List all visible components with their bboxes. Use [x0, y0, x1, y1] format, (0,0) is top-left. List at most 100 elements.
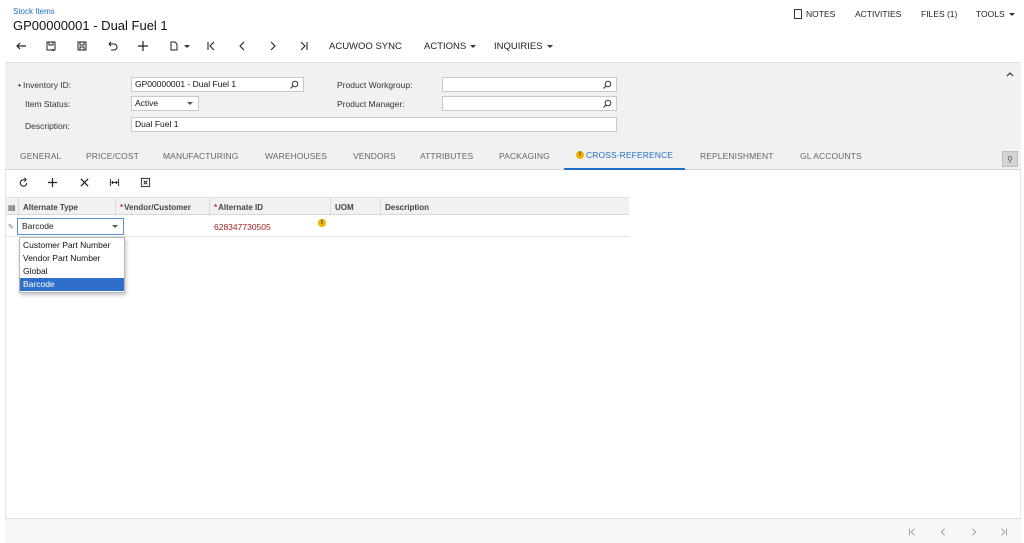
- next-icon: [972, 528, 977, 536]
- column-header-alternate-id[interactable]: * Alternate ID: [210, 198, 331, 216]
- refresh-button[interactable]: [14, 174, 32, 190]
- dropdown-option-customer-part-number[interactable]: Customer Part Number: [20, 239, 124, 252]
- inventory-id-label: • Inventory ID:: [18, 80, 72, 90]
- first-icon: [909, 528, 915, 536]
- item-status-label: Item Status:: [25, 99, 71, 109]
- column-header-description[interactable]: Description: [381, 198, 629, 216]
- inquiries-menu[interactable]: INQUIRIES: [494, 36, 553, 56]
- tab-manufacturing[interactable]: MANUFACTURING: [163, 142, 238, 170]
- column-settings-button[interactable]: ⚲: [1002, 151, 1018, 167]
- save-button[interactable]: [71, 36, 93, 56]
- previous-record-button[interactable]: [231, 36, 253, 56]
- pager-last-button[interactable]: [997, 525, 1011, 539]
- copy-paste-menu[interactable]: [164, 36, 194, 56]
- row-edit-indicator: ✎: [8, 223, 14, 231]
- tab-general[interactable]: GENERAL: [20, 142, 61, 170]
- chevron-down-icon: [187, 102, 193, 105]
- tab-cross-reference[interactable]: ! CROSS-REFERENCE: [564, 142, 685, 170]
- item-summary-form: • Inventory ID: GP00000001 - Dual Fuel 1 …: [5, 62, 1021, 142]
- files-link[interactable]: FILES (1): [921, 9, 957, 19]
- tab-vendors[interactable]: VENDORS: [353, 142, 396, 170]
- save-close-icon: [46, 41, 56, 52]
- add-button[interactable]: [132, 36, 154, 56]
- product-manager-input[interactable]: [442, 96, 617, 111]
- delete-row-button[interactable]: [75, 174, 93, 190]
- acuwoo-sync-button[interactable]: ACUWOO SYNC: [329, 36, 402, 56]
- alternate-id-cell[interactable]: 628347730505: [210, 216, 320, 237]
- first-record-button[interactable]: [200, 36, 222, 56]
- magnifier-icon[interactable]: [602, 99, 612, 109]
- back-icon: [16, 42, 26, 50]
- tab-attributes[interactable]: ATTRIBUTES: [420, 142, 473, 170]
- tab-price-cost[interactable]: PRICE/COST: [86, 142, 139, 170]
- vendor-customer-cell[interactable]: [116, 216, 210, 237]
- add-icon: [138, 41, 148, 51]
- dropdown-option-global[interactable]: Global: [20, 265, 124, 278]
- last-record-button[interactable]: [293, 36, 315, 56]
- main-toolbar: ACUWOO SYNC ACTIONS INQUIRIES: [0, 36, 700, 56]
- add-icon: [47, 177, 57, 187]
- alternate-type-select[interactable]: Barcode: [17, 218, 124, 235]
- prev-icon: [940, 528, 945, 536]
- back-button[interactable]: [10, 36, 32, 56]
- copy-paste-icon: [170, 41, 178, 51]
- tab-replenishment[interactable]: REPLENISHMENT: [700, 142, 774, 170]
- item-status-select[interactable]: Active: [131, 96, 199, 111]
- notes-link[interactable]: NOTES: [794, 9, 835, 19]
- product-manager-label: Product Manager:: [337, 99, 405, 109]
- column-header-alternate-type[interactable]: Alternate Type: [19, 198, 116, 216]
- magnifier-icon[interactable]: [289, 80, 299, 90]
- warning-icon: !: [576, 151, 584, 159]
- chevron-down-icon: [184, 44, 190, 48]
- undo-icon: [108, 41, 118, 51]
- description-input[interactable]: Dual Fuel 1: [131, 117, 617, 132]
- delete-icon: [79, 177, 89, 187]
- last-icon: [300, 41, 308, 51]
- settings-icon: ⚲: [1007, 154, 1013, 164]
- activities-link[interactable]: ACTIVITIES: [855, 9, 901, 19]
- save-close-button[interactable]: [40, 36, 62, 56]
- grid-toolbar: [6, 170, 306, 194]
- export-excel-icon: [140, 177, 150, 187]
- product-workgroup-label: Product Workgroup:: [337, 80, 413, 90]
- pager-prev-button[interactable]: [936, 525, 950, 539]
- page-header: Stock Items GP00000001 - Dual Fuel 1 NOT…: [0, 0, 1024, 62]
- inventory-id-input[interactable]: GP00000001 - Dual Fuel 1: [131, 77, 304, 92]
- tab-packaging[interactable]: PACKAGING: [499, 142, 550, 170]
- export-excel-button[interactable]: [136, 174, 154, 190]
- table-row[interactable]: ✎ Barcode 628347730505 !: [6, 216, 629, 237]
- pager-next-button[interactable]: [967, 525, 981, 539]
- file-icon: [794, 9, 802, 19]
- tab-gl-accounts[interactable]: GL ACCOUNTS: [800, 142, 862, 170]
- save-icon: [77, 41, 87, 51]
- collapse-icon[interactable]: [1005, 69, 1015, 79]
- pager-first-button[interactable]: [905, 525, 919, 539]
- page-title: GP00000001 - Dual Fuel 1: [13, 18, 168, 33]
- next-record-button[interactable]: [262, 36, 284, 56]
- fit-columns-button[interactable]: [105, 174, 123, 190]
- description-label: Description:: [25, 121, 70, 131]
- column-header-uom[interactable]: UOM: [331, 198, 381, 216]
- cross-reference-grid: ▤ Alternate Type * Vendor/Customer * Alter…: [5, 170, 1021, 518]
- uom-cell[interactable]: [331, 216, 381, 237]
- chevron-down-icon: [1008, 12, 1015, 16]
- tab-bar: GENERAL PRICE/COST MANUFACTURING WAREHOU…: [5, 142, 1021, 170]
- grid-pager: [5, 518, 1021, 543]
- add-row-button[interactable]: [43, 174, 61, 190]
- dropdown-option-vendor-part-number[interactable]: Vendor Part Number: [20, 252, 124, 265]
- actions-menu[interactable]: ACTIONS: [424, 36, 477, 56]
- product-workgroup-input[interactable]: [442, 77, 617, 92]
- chevron-down-icon: [546, 44, 553, 48]
- column-header-vendor-customer[interactable]: * Vendor/Customer: [116, 198, 210, 216]
- grid-header-row: ▤ Alternate Type * Vendor/Customer * Alter…: [6, 197, 629, 216]
- breadcrumb[interactable]: Stock Items: [13, 7, 55, 16]
- prev-icon: [239, 41, 245, 51]
- dropdown-option-barcode[interactable]: Barcode: [20, 278, 124, 291]
- cancel-button[interactable]: [101, 36, 123, 56]
- row-selector-header[interactable]: ▤: [6, 198, 19, 216]
- last-icon: [1001, 528, 1007, 536]
- magnifier-icon[interactable]: [602, 80, 612, 90]
- tab-warehouses[interactable]: WAREHOUSES: [265, 142, 327, 170]
- tools-menu[interactable]: TOOLS: [976, 9, 1015, 19]
- description-cell[interactable]: [381, 216, 629, 237]
